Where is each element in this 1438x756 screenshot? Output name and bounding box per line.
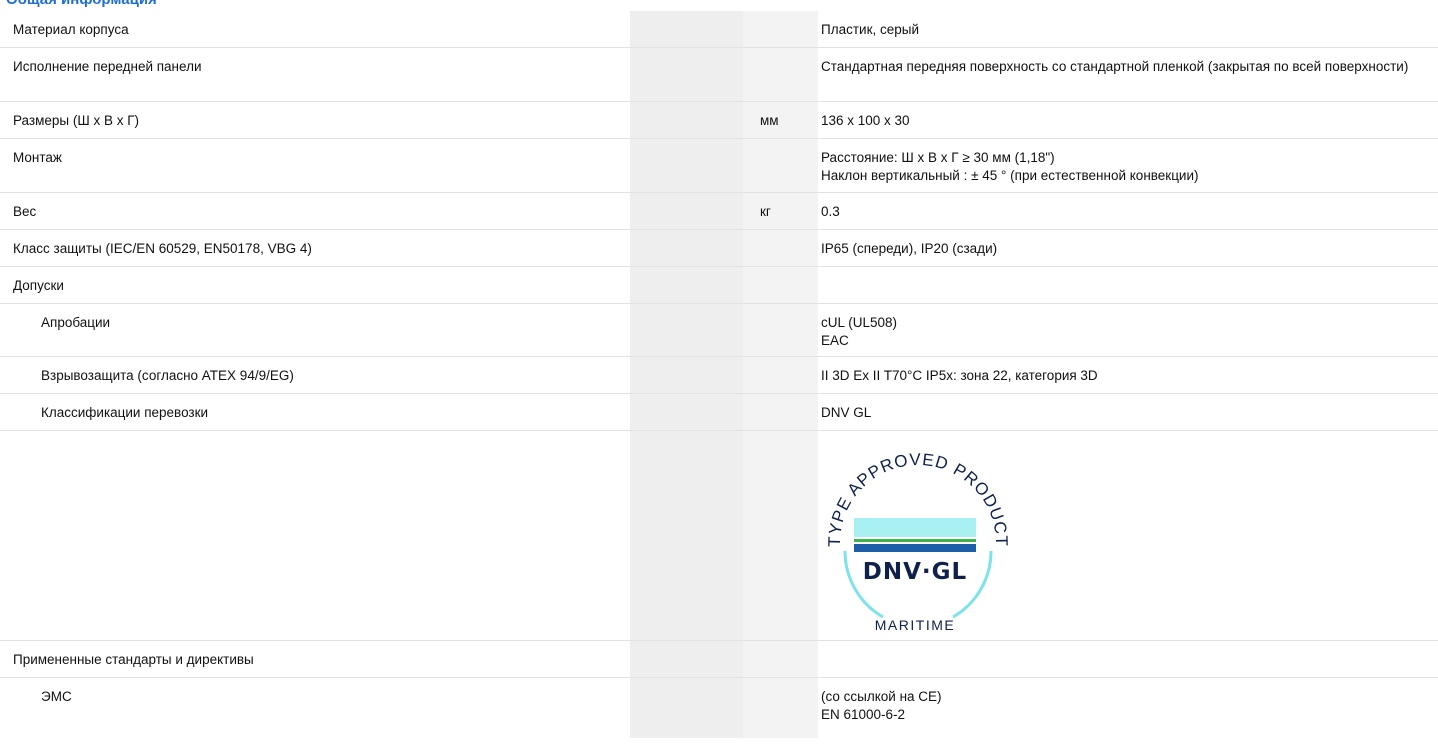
spacer-column	[630, 139, 743, 192]
value-line: cUL (UL508)	[821, 315, 898, 330]
row-value: Пластик, серый	[818, 11, 1438, 47]
table-row: Размеры (Ш x В x Г) мм 136 x 100 x 30	[0, 102, 1438, 139]
row-label: Монтаж	[13, 150, 62, 165]
row-unit: кг	[743, 193, 818, 229]
spacer-column	[630, 230, 743, 266]
row-unit	[743, 678, 818, 738]
row-label: Допуски	[13, 278, 64, 293]
spec-table: Материал корпуса Пластик, серый Исполнен…	[0, 11, 1438, 738]
row-unit	[743, 11, 818, 47]
value-line: DNV GL	[821, 405, 872, 420]
dnv-gl-maritime-logo: TYPE APPROVED PRODUCT DNV·GL MARITIME	[818, 439, 1018, 640]
value-line: Наклон вертикальный : ± 45 ° (при естест…	[821, 168, 1199, 183]
row-unit: мм	[743, 102, 818, 138]
row-label: Взрывозащита (согласно ATEX 94/9/EG)	[41, 368, 294, 383]
row-value: DNV GL	[818, 394, 1438, 430]
value-line: (со ссылкой на CE)	[821, 689, 942, 704]
table-row: Взрывозащита (согласно ATEX 94/9/EG) II …	[0, 357, 1438, 394]
row-label: Примененные стандарты и директивы	[13, 652, 254, 667]
value-line: IP65 (спереди), IP20 (сзади)	[821, 241, 998, 256]
value-line: Расстояние: Ш x В x Г ≥ 30 мм (1,18")	[821, 150, 1055, 165]
logo-sub-text: MARITIME	[875, 617, 955, 633]
row-unit	[743, 230, 818, 266]
table-row: TYPE APPROVED PRODUCT DNV·GL MARITIME	[0, 431, 1438, 641]
table-row: Монтаж Расстояние: Ш x В x Г ≥ 30 мм (1,…	[0, 139, 1438, 193]
row-label: Размеры (Ш x В x Г)	[13, 113, 140, 128]
value-line: Стандартная передняя поверхность со стан…	[821, 59, 1409, 74]
spacer-column	[630, 267, 743, 303]
table-row: Допуски	[0, 267, 1438, 304]
row-unit	[743, 431, 818, 640]
row-label	[0, 431, 630, 640]
table-row: Вес кг 0.3	[0, 193, 1438, 230]
table-row: Примененные стандарты и директивы	[0, 641, 1438, 678]
spacer-column	[630, 678, 743, 738]
table-row: Класс защиты (IEC/EN 60529, EN50178, VBG…	[0, 230, 1438, 267]
row-unit	[743, 641, 818, 677]
row-label: Материал корпуса	[13, 22, 129, 37]
row-unit	[743, 394, 818, 430]
value-line: Пластик, серый	[821, 22, 919, 37]
spacer-column	[630, 11, 743, 47]
row-unit	[743, 48, 818, 101]
section-title: Общая информация	[6, 0, 157, 9]
row-unit	[743, 139, 818, 192]
value-line: EAC	[821, 333, 849, 348]
logo-brand-text: DNV·GL	[863, 559, 967, 585]
row-label: Апробации	[41, 315, 111, 330]
table-row: Классификации перевозки DNV GL	[0, 394, 1438, 431]
row-value: II 3D Ex II T70°C IP5x: зона 22, категор…	[818, 357, 1438, 393]
spacer-column	[630, 193, 743, 229]
row-value: IP65 (спереди), IP20 (сзади)	[818, 230, 1438, 266]
row-value: Стандартная передняя поверхность со стан…	[818, 48, 1438, 101]
spacer-column	[630, 48, 743, 101]
dnv-gl-logo-icon: TYPE APPROVED PRODUCT DNV·GL MARITIME	[825, 450, 1010, 633]
spacer-column	[630, 394, 743, 430]
row-label: Класс защиты (IEC/EN 60529, EN50178, VBG…	[13, 241, 312, 256]
row-label: Вес	[13, 204, 37, 219]
spacer-column	[630, 102, 743, 138]
table-row: Исполнение передней панели Стандартная п…	[0, 48, 1438, 102]
row-label: Классификации перевозки	[41, 405, 209, 420]
spacer-column	[630, 357, 743, 393]
row-unit	[743, 267, 818, 303]
row-value	[818, 641, 1438, 677]
row-value	[818, 267, 1438, 303]
row-value: Расстояние: Ш x В x Г ≥ 30 мм (1,18") На…	[818, 139, 1438, 192]
row-value: 136 x 100 x 30	[818, 102, 1438, 138]
spacer-column	[630, 431, 743, 640]
row-value: 0.3	[818, 193, 1438, 229]
value-line: 0.3	[821, 204, 840, 219]
value-line: II 3D Ex II T70°C IP5x: зона 22, категор…	[821, 368, 1098, 383]
table-row: ЭМС (со ссылкой на CE) EN 61000-6-2	[0, 678, 1438, 738]
row-unit	[743, 304, 818, 356]
table-row: Апробации cUL (UL508) EAC	[0, 304, 1438, 357]
row-unit	[743, 357, 818, 393]
value-line: 136 x 100 x 30	[821, 113, 910, 128]
row-value: (со ссылкой на CE) EN 61000-6-2	[818, 678, 1438, 738]
spacer-column	[630, 304, 743, 356]
row-label: ЭМС	[41, 689, 72, 704]
table-row: Материал корпуса Пластик, серый	[0, 11, 1438, 48]
value-line: EN 61000-6-2	[821, 707, 906, 722]
row-label: Исполнение передней панели	[13, 59, 202, 74]
spacer-column	[630, 641, 743, 677]
row-value: cUL (UL508) EAC	[818, 304, 1438, 356]
